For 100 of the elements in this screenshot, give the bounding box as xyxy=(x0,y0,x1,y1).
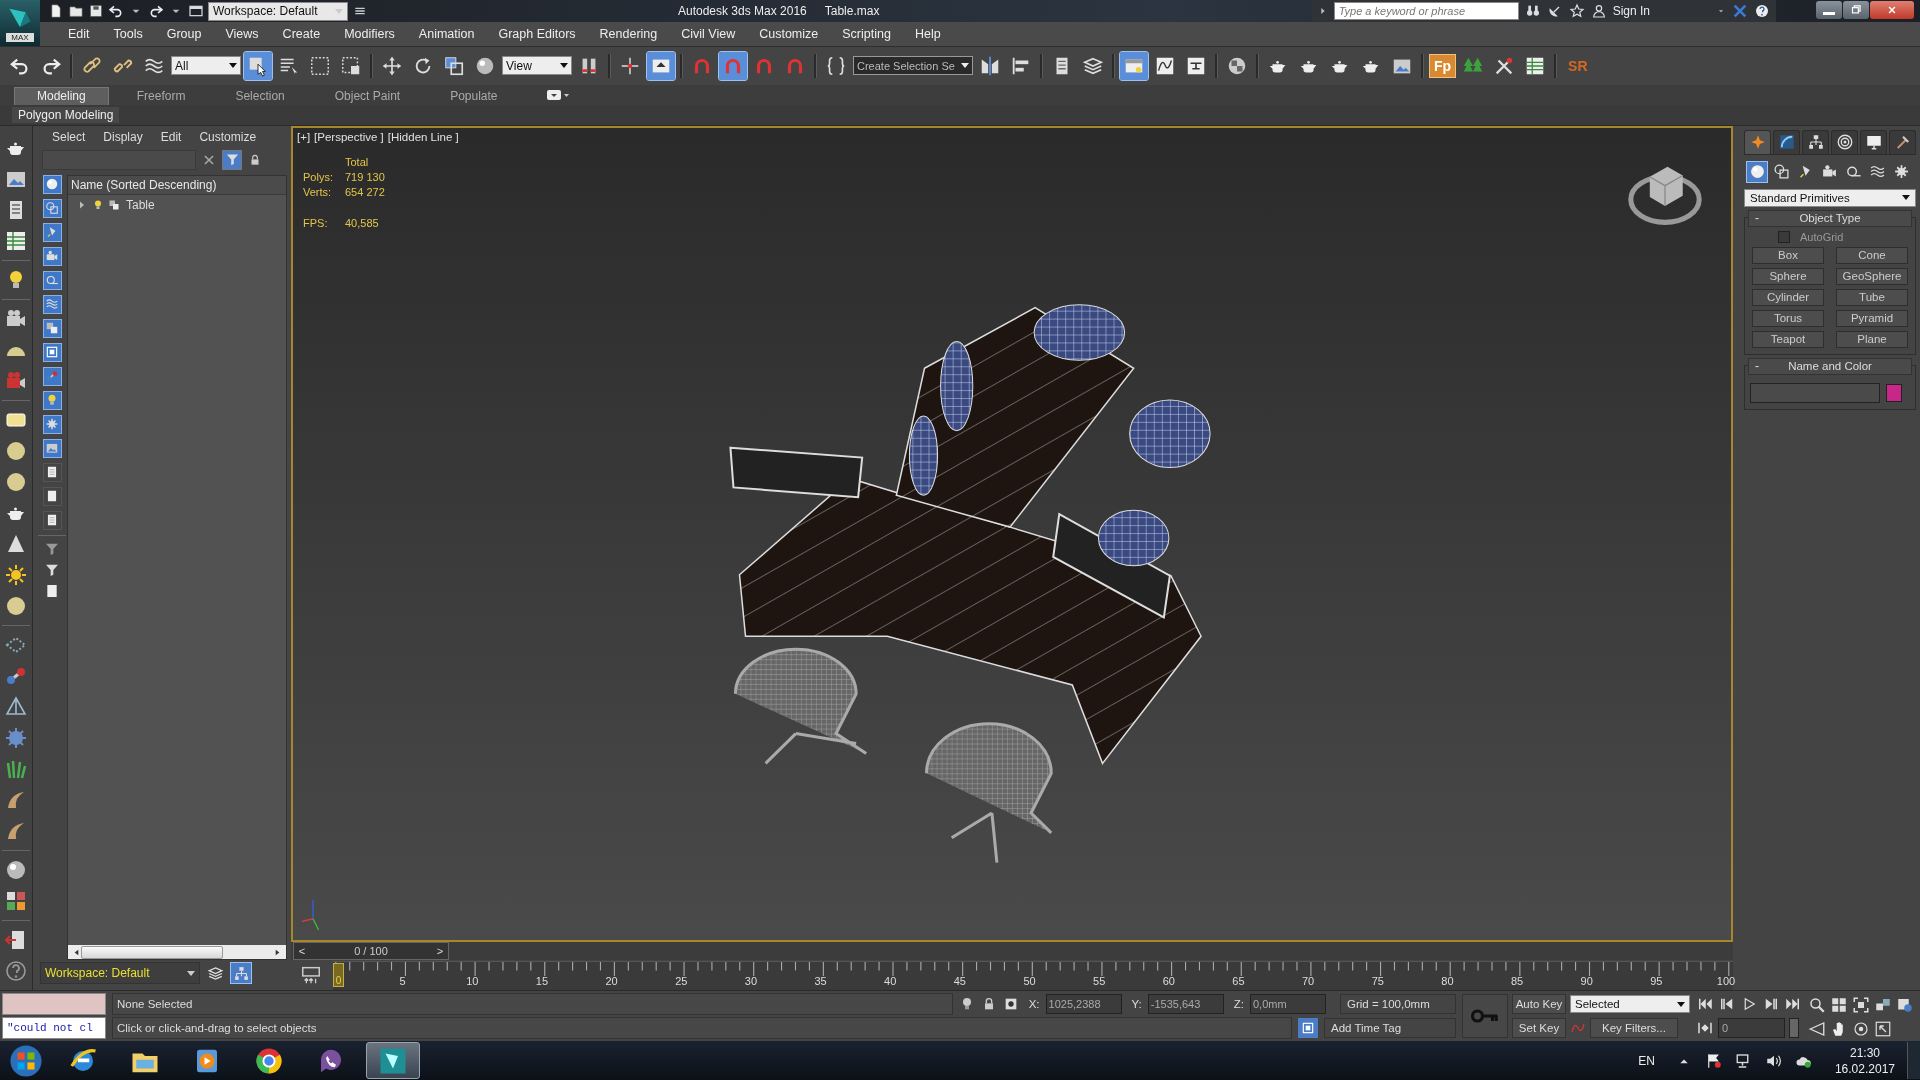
workspace-dropdown[interactable]: Workspace: Default xyxy=(40,962,200,984)
frame-label: 5 xyxy=(399,974,406,987)
dropdown[interactable]: All xyxy=(171,56,241,76)
rollout-title: Object Type xyxy=(1798,212,1862,225)
frame-marker[interactable]: 0 xyxy=(333,962,344,987)
collapse-toggle[interactable]: - xyxy=(1749,359,1765,374)
time-slider-track[interactable]: < 0 / 100 > xyxy=(291,942,1733,960)
auto-key-button[interactable]: Auto Key xyxy=(1512,994,1566,1014)
menu-item[interactable]: Edit xyxy=(56,27,102,41)
ribbon-tab[interactable]: Freeform xyxy=(114,86,208,105)
set-key-mode-button[interactable]: Set Key xyxy=(1512,1018,1566,1038)
time-ruler[interactable]: 0 5 10 15 20 25 30 35 40 45 50 55 60 65 70 75 80 85 90 95 100 xyxy=(333,960,1733,990)
menu-item[interactable]: Customize xyxy=(193,129,269,144)
sign-in-link[interactable]: Sign In xyxy=(1612,4,1650,18)
viewport-label[interactable]: [+] xyxy=(297,130,311,143)
frame-field[interactable]: 0 xyxy=(1718,1018,1785,1038)
primitive-button[interactable]: GeoSphere xyxy=(1836,267,1908,285)
menu-item[interactable]: Modifiers xyxy=(332,27,407,41)
frame-label: 55 xyxy=(1093,974,1106,987)
key-filters-button[interactable]: Key Filters... xyxy=(1590,1018,1678,1038)
frame-label: 80 xyxy=(1441,974,1454,987)
collapse-toggle[interactable]: - xyxy=(1749,211,1765,226)
app-menu-button[interactable]: MAX xyxy=(0,0,40,46)
prompt-text: Click or click-and-drag to select objects xyxy=(112,1017,1292,1039)
ribbon-tab[interactable]: Modeling xyxy=(14,86,109,105)
menu-item[interactable]: Select xyxy=(46,129,98,144)
search-field[interactable]: Type a keyword or phrase xyxy=(1333,2,1519,20)
column-header[interactable]: Name (Sorted Descending) xyxy=(68,175,286,195)
dropdown[interactable]: View xyxy=(502,56,572,76)
frame-label: 10 xyxy=(466,974,479,987)
primitive-button[interactable]: Box xyxy=(1752,246,1824,264)
key-mode-dropdown[interactable]: Selected xyxy=(1570,995,1690,1013)
ribbon-tab[interactable]: Object Paint xyxy=(312,86,423,105)
stats-heading: Total xyxy=(345,155,370,168)
coordinate-field[interactable]: 0,0mm xyxy=(1250,994,1326,1014)
primitive-button[interactable]: Cone xyxy=(1836,246,1908,264)
previous-frame-button[interactable]: < xyxy=(294,944,310,958)
category-dropdown[interactable]: Standard Primitives xyxy=(1744,188,1916,207)
primitive-button[interactable]: Tube xyxy=(1836,288,1908,306)
workspace-dropdown[interactable]: Workspace: Default xyxy=(208,1,348,21)
clock-time[interactable]: 21:30 xyxy=(1849,1044,1880,1061)
primitive-button[interactable]: Plane xyxy=(1836,330,1908,348)
named-selection-field[interactable]: Create Selection Se xyxy=(853,56,973,76)
menu-item[interactable]: Animation xyxy=(406,27,487,41)
coordinate-field[interactable]: 1025,2388 xyxy=(1045,994,1122,1014)
time-slider[interactable]: < 0 / 100 > xyxy=(293,942,449,960)
frame-label: 95 xyxy=(1650,974,1663,987)
rollout-title: Name and Color xyxy=(1787,360,1873,373)
frame-counter: 0 / 100 xyxy=(354,945,388,957)
clock-date[interactable]: 16.02.2017 xyxy=(1834,1060,1895,1077)
primitive-button[interactable]: Cylinder xyxy=(1752,288,1824,306)
primitive-button[interactable]: Pyramid xyxy=(1836,309,1908,327)
frame-label: 40 xyxy=(884,974,897,987)
menu-item[interactable]: Create xyxy=(270,27,333,41)
frame-label: 25 xyxy=(675,974,688,987)
menu-item[interactable]: Civil View xyxy=(669,27,748,41)
viewport[interactable]: [+] [Perspective ] [Hidden Line ] Total Polys: 719 130 Verts: 654 272 FPS: 40,585 xyxy=(291,125,1733,942)
frame-label: 30 xyxy=(744,974,757,987)
stat-label: Polys: xyxy=(303,170,334,183)
frame-label: 85 xyxy=(1510,974,1524,987)
frame-label: 15 xyxy=(535,974,549,987)
frame-label: 35 xyxy=(814,974,827,987)
listener-field[interactable]: "could not cl xyxy=(2,1017,106,1039)
frame-label: 45 xyxy=(953,974,966,987)
frame-label: 20 xyxy=(605,974,618,987)
coordinate-field[interactable]: -1535,643 xyxy=(1147,994,1224,1014)
next-frame-button[interactable]: > xyxy=(432,944,448,958)
menu-item[interactable]: Views xyxy=(213,27,271,41)
ribbon-panel-title[interactable]: Polygon Modeling xyxy=(12,106,120,123)
frame-label: 50 xyxy=(1023,974,1036,987)
viewport-label[interactable]: [Perspective ] xyxy=(314,130,384,143)
menu-item[interactable]: Graph Editors xyxy=(486,27,588,41)
menu-item[interactable]: Tools xyxy=(101,27,155,41)
coordinate-label: Z: xyxy=(1233,998,1244,1010)
language-indicator[interactable]: EN xyxy=(1638,1053,1655,1068)
rollout-header[interactable]: - Object Type xyxy=(1748,209,1912,227)
menu-item[interactable]: Help xyxy=(902,27,953,41)
menu-item[interactable]: Display xyxy=(97,129,155,144)
add-time-tag-button[interactable]: Add Time Tag xyxy=(1324,1018,1456,1038)
menu-item[interactable]: Rendering xyxy=(587,27,670,41)
menu-item[interactable]: Scripting xyxy=(830,27,903,41)
menu-item[interactable]: Edit xyxy=(154,129,194,144)
ribbon-tab[interactable]: Selection xyxy=(213,86,307,105)
rollout-header[interactable]: - Name and Color xyxy=(1748,357,1912,375)
menu-item[interactable]: Group xyxy=(154,27,214,41)
grid-size: Grid = 100,0mm xyxy=(1340,994,1456,1014)
ribbon-tab[interactable]: Populate xyxy=(428,86,520,105)
stat-value: 719 130 xyxy=(345,170,385,183)
menu-item[interactable]: Customize xyxy=(747,27,831,41)
list-item[interactable]: Table xyxy=(126,197,155,212)
primitive-button[interactable]: Teapot xyxy=(1752,330,1824,348)
stat-value: 40,585 xyxy=(345,216,380,229)
frame-label: 60 xyxy=(1162,974,1175,987)
selection-status: None Selected xyxy=(112,993,953,1015)
primitive-button[interactable]: Torus xyxy=(1752,309,1824,327)
stat-label: Verts: xyxy=(303,185,333,198)
primitive-button[interactable]: Sphere xyxy=(1752,267,1824,285)
frame-label: 65 xyxy=(1232,974,1245,987)
frame-label: 90 xyxy=(1580,974,1593,987)
viewport-label[interactable]: [Hidden Line ] xyxy=(387,130,459,143)
